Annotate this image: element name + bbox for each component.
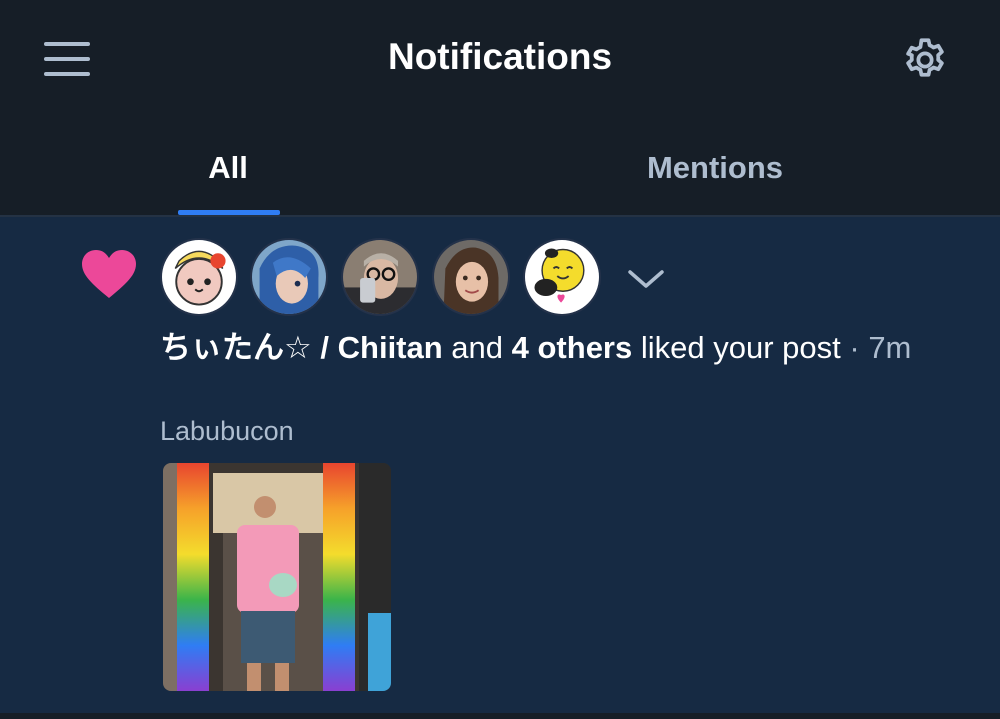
chevron-down-icon[interactable] — [624, 262, 668, 296]
gear-icon — [906, 38, 944, 77]
post-image-thumbnail[interactable] — [163, 463, 391, 691]
post-text: Labubucon — [160, 416, 294, 446]
separator-dot: · — [840, 330, 869, 365]
top-bar: Notifications — [0, 0, 1000, 120]
others-count[interactable]: 4 others — [512, 330, 633, 365]
actor-name[interactable]: ちぃたん☆ / Chiitan — [160, 330, 443, 365]
avatar[interactable] — [341, 238, 419, 316]
action-text: liked your post — [632, 330, 841, 365]
divider — [0, 713, 1000, 719]
settings-button[interactable] — [900, 35, 950, 85]
notification-text: ちぃたん☆ / Chiitan and 4 others liked your … — [160, 326, 970, 369]
tab-all[interactable]: All — [130, 120, 326, 216]
tab-mentions[interactable]: Mentions — [560, 120, 870, 216]
heart-icon — [82, 250, 136, 298]
connector-text: and — [442, 330, 512, 365]
avatar[interactable] — [250, 238, 328, 316]
avatar[interactable] — [432, 238, 510, 316]
avatar[interactable] — [160, 238, 238, 316]
timestamp: 7m — [868, 330, 912, 365]
page-title: Notifications — [387, 36, 613, 77]
tab-bar: All Mentions — [0, 120, 1000, 216]
avatar[interactable] — [523, 238, 601, 316]
